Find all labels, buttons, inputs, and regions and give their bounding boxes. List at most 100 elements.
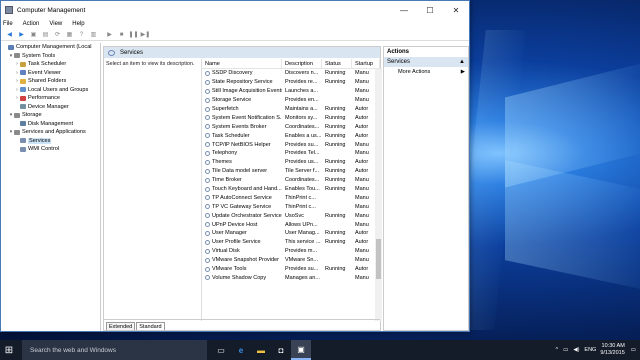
input-language[interactable]: ENG [584, 347, 596, 353]
table-row[interactable]: SSDP Discovery Discovers n... Running Manu [202, 69, 382, 78]
table-row[interactable]: User Profile Service This service ... Runn… [202, 238, 382, 247]
service-gear-icon [205, 142, 210, 148]
column-name[interactable]: Name [202, 58, 282, 69]
table-row[interactable]: TP VC Gateway Service ThinPrint c... Manu [202, 202, 382, 211]
service-name: System Events Broker [202, 124, 282, 130]
service-status: Running [325, 141, 346, 148]
tab-extended[interactable]: Extended [106, 322, 136, 330]
table-row[interactable]: TP AutoConnect Service ThinPrint c... Manu [202, 193, 382, 202]
up-level-icon[interactable]: ▣ [29, 31, 38, 39]
clock[interactable]: 10:30 AM 9/13/2015 [600, 343, 624, 357]
tree-item[interactable]: Device Manager [1, 103, 100, 112]
table-row[interactable]: UPnP Device Host Allows UPn... Manu [202, 220, 382, 229]
table-row[interactable]: TCP/IP NetBIOS Helper Provides su... Runni… [202, 140, 382, 149]
table-row[interactable]: User Manager User Manag... Running Autor [202, 229, 382, 238]
back-icon[interactable]: ◀ [5, 31, 14, 39]
restart-service-icon[interactable]: ▶❚ [141, 31, 151, 39]
pause-service-icon[interactable]: ❚❚ [128, 31, 138, 39]
service-gear-icon [205, 239, 210, 245]
vertical-scrollbar[interactable] [375, 69, 382, 321]
tree-item[interactable]: › Local Users and Groups [1, 86, 100, 95]
service-name-text: TP VC Gateway Service [212, 203, 272, 210]
maximize-button[interactable]: ☐ [417, 1, 443, 19]
tree-item[interactable]: › Task Scheduler [1, 60, 100, 69]
services-pane-header: Services [104, 47, 380, 58]
computer-management-window: Computer Management — ☐ ✕ File Action Vi… [0, 0, 470, 332]
notifications-icon[interactable]: ▭ [631, 347, 636, 353]
column-description[interactable]: Description [282, 58, 322, 69]
tray-chevron-icon[interactable]: ^ [556, 347, 559, 353]
service-gear-icon [205, 115, 210, 121]
tab-standard[interactable]: Standard [136, 322, 165, 330]
service-name: Task Scheduler [202, 133, 282, 139]
table-row[interactable]: VMware Tools Provides su... Running Autor [202, 265, 382, 274]
table-row[interactable]: Still Image Acquisition Events Launches a… [202, 87, 382, 96]
table-row[interactable]: VMware Snapshot Provider VMware Sn... Manu [202, 256, 382, 265]
task-view-icon[interactable]: ▭ [211, 340, 231, 360]
navigation-tree: Computer Management (Local ▾ System Tools ›… [1, 43, 101, 331]
tree-node-icon [20, 87, 26, 93]
service-status: Running [325, 186, 346, 193]
search-box[interactable]: Search the web and Windows [22, 340, 207, 360]
more-actions-item[interactable]: More Actions ▶ [384, 67, 468, 77]
table-row[interactable]: Volume Shadow Copy Manages an... Manu [202, 273, 382, 282]
table-row[interactable]: Telephony Provides Tel... Manu [202, 149, 382, 158]
start-service-icon[interactable]: ▶ [105, 31, 114, 39]
table-row[interactable]: Tile Data model server Tile Server f... Ru… [202, 167, 382, 176]
minimize-button[interactable]: — [391, 1, 417, 19]
tree-node-icon [20, 78, 26, 84]
service-name-text: VMware Tools [212, 266, 247, 273]
network-icon[interactable]: ▭ [563, 347, 568, 353]
tree-item[interactable]: Disk Management [1, 120, 100, 129]
menu-help[interactable]: Help [72, 21, 84, 27]
tree-item[interactable]: › Event Viewer [1, 69, 100, 78]
properties-icon[interactable]: ▥ [89, 31, 98, 39]
menu-view[interactable]: View [49, 21, 62, 27]
tree-item[interactable]: ▾ Services and Applications [1, 128, 100, 137]
menu-file[interactable]: File [3, 21, 13, 27]
column-startup-type[interactable]: Startup [352, 58, 380, 69]
store-icon[interactable]: ◘ [271, 340, 291, 360]
refresh-icon[interactable]: ⟳ [53, 31, 62, 39]
table-row[interactable]: Task Scheduler Enables a us... Running Auto… [202, 131, 382, 140]
service-description: Provides su... [285, 266, 319, 273]
stop-service-icon[interactable]: ■ [117, 31, 126, 39]
start-button[interactable]: ⊞ [0, 340, 18, 360]
tree-item[interactable]: ▾ Storage [1, 111, 100, 120]
computer-management-icon [5, 6, 13, 14]
help-icon[interactable]: ? [77, 31, 86, 39]
actions-section-services[interactable]: Services ▲ [384, 57, 468, 67]
service-name: Still Image Acquisition Events [202, 88, 282, 94]
tree-item[interactable]: ▾ System Tools [1, 52, 100, 61]
table-row[interactable]: Storage Service Provides en... Manu [202, 96, 382, 105]
table-row[interactable]: Themes Provides us... Running Autor [202, 158, 382, 167]
table-row[interactable]: System Events Broker Coordinates... Runnin… [202, 122, 382, 131]
scrollbar-thumb[interactable] [376, 239, 381, 279]
title-bar[interactable]: Computer Management — ☐ ✕ [1, 1, 469, 19]
table-row[interactable]: Time Broker Coordinates... Running Manu [202, 176, 382, 185]
edge-browser-icon[interactable]: e [231, 340, 251, 360]
export-list-icon[interactable]: ▦ [65, 31, 74, 39]
tree-item[interactable]: › Shared Folders [1, 77, 100, 86]
tree-item[interactable]: Computer Management (Local [1, 43, 100, 52]
table-row[interactable]: Virtual Disk Provides m... Manu [202, 247, 382, 256]
service-gear-icon [205, 159, 210, 165]
forward-icon[interactable]: ▶ [17, 31, 26, 39]
computer-management-taskbar-icon[interactable]: ▣ [291, 340, 311, 360]
show-hide-tree-icon[interactable]: ▤ [41, 31, 50, 39]
menu-action[interactable]: Action [23, 21, 40, 27]
table-row[interactable]: State Repository Service Provides re... Ru… [202, 78, 382, 87]
column-status[interactable]: Status [322, 58, 352, 69]
table-row[interactable]: Superfetch Maintains a... Running Autor [202, 105, 382, 114]
tree-item[interactable]: Services [1, 137, 100, 146]
volume-icon[interactable]: ◀) [573, 347, 579, 353]
collapse-arrow-icon: ▲ [459, 59, 465, 65]
tree-item[interactable]: › Performance [1, 94, 100, 103]
service-description: Provides m... [285, 248, 318, 255]
close-button[interactable]: ✕ [443, 1, 469, 19]
table-row[interactable]: Update Orchestrator Service UsoSvc Running… [202, 211, 382, 220]
tree-item[interactable]: WMI Control [1, 145, 100, 154]
file-explorer-icon[interactable]: ▬ [251, 340, 271, 360]
table-row[interactable]: System Event Notification S... Monitors s… [202, 113, 382, 122]
table-row[interactable]: Touch Keyboard and Hand... Enables Tou...… [202, 185, 382, 194]
